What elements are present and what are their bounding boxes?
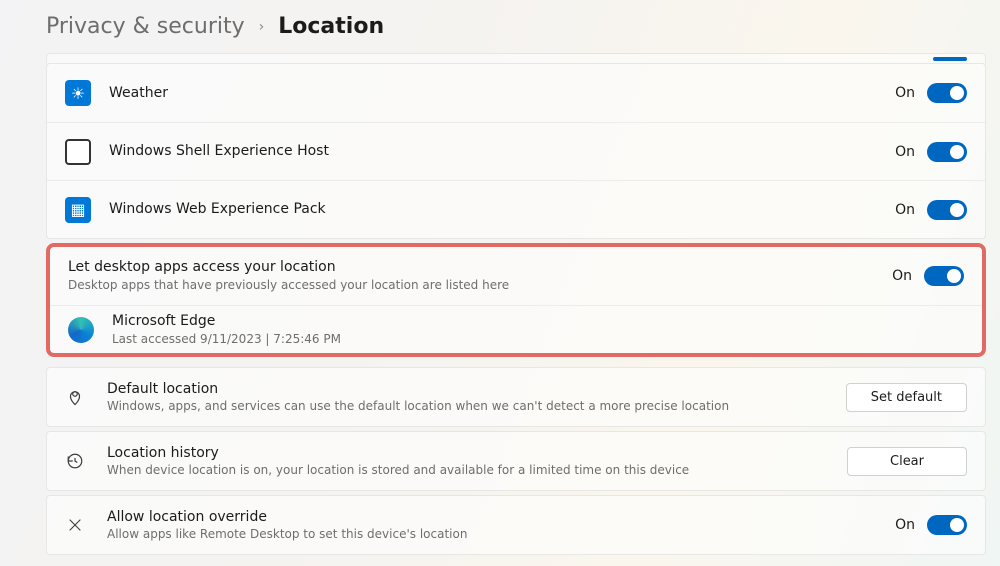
toggle-weather[interactable]	[927, 83, 967, 103]
breadcrumb: Privacy & security › Location	[0, 0, 1000, 53]
breadcrumb-current: Location	[278, 14, 384, 39]
app-row-shell[interactable]: Windows Shell Experience Host On	[47, 122, 985, 180]
toggle-location-override[interactable]	[927, 515, 967, 535]
toggle-webpack[interactable]	[927, 200, 967, 220]
chevron-right-icon: ›	[259, 19, 265, 35]
previous-row-peek	[46, 53, 986, 63]
location-history[interactable]: Location history When device location is…	[47, 432, 985, 490]
location-history-row: Location history When device location is…	[46, 431, 986, 491]
toggle-peek	[933, 57, 967, 61]
app-row-webpack[interactable]: ▦ Windows Web Experience Pack On	[47, 180, 985, 238]
weather-icon: ☀	[65, 80, 91, 106]
toggle-desktop-apps-location[interactable]	[924, 266, 964, 286]
toggle-state-label: On	[895, 202, 915, 218]
section-title: Let desktop apps access your location	[68, 258, 892, 277]
default-location-row: Default location Windows, apps, and serv…	[46, 367, 986, 427]
row-title: Allow location override	[107, 508, 895, 527]
location-override-row: Allow location override Allow apps like …	[46, 495, 986, 555]
toggle-state-label: On	[895, 144, 915, 160]
toggle-state-label: On	[895, 517, 915, 533]
web-experience-icon: ▦	[65, 197, 91, 223]
edge-icon	[68, 317, 94, 343]
desktop-apps-location-section: Let desktop apps access your location De…	[46, 243, 986, 357]
history-icon	[65, 451, 85, 471]
row-subtitle: Allow apps like Remote Desktop to set th…	[107, 526, 895, 542]
app-row-weather[interactable]: ☀ Weather On	[47, 64, 985, 122]
override-icon	[65, 515, 85, 535]
row-subtitle: Windows, apps, and services can use the …	[107, 398, 846, 414]
default-location[interactable]: Default location Windows, apps, and serv…	[47, 368, 985, 426]
toggle-state-label: On	[895, 85, 915, 101]
row-title: Location history	[107, 444, 847, 463]
last-accessed-label: Last accessed 9/11/2023 | 7:25:46 PM	[112, 331, 964, 347]
desktop-app-row-edge: Microsoft Edge Last accessed 9/11/2023 |…	[50, 305, 982, 353]
row-title: Default location	[107, 380, 846, 399]
person-pin-icon	[65, 387, 85, 407]
section-subtitle: Desktop apps that have previously access…	[68, 277, 892, 293]
clear-history-button[interactable]: Clear	[847, 447, 967, 476]
set-default-button[interactable]: Set default	[846, 383, 967, 412]
toggle-state-label: On	[892, 268, 912, 284]
app-name: Windows Shell Experience Host	[109, 142, 895, 161]
app-permission-list: ☀ Weather On Windows Shell Experience Ho…	[46, 63, 986, 239]
app-name: Weather	[109, 84, 895, 103]
row-subtitle: When device location is on, your locatio…	[107, 462, 847, 478]
desktop-apps-header-row[interactable]: Let desktop apps access your location De…	[50, 247, 982, 305]
shell-host-icon	[65, 139, 91, 165]
app-name: Microsoft Edge	[112, 312, 964, 331]
allow-location-override[interactable]: Allow location override Allow apps like …	[47, 496, 985, 554]
toggle-shell[interactable]	[927, 142, 967, 162]
app-name: Windows Web Experience Pack	[109, 200, 895, 219]
breadcrumb-parent[interactable]: Privacy & security	[46, 14, 245, 39]
